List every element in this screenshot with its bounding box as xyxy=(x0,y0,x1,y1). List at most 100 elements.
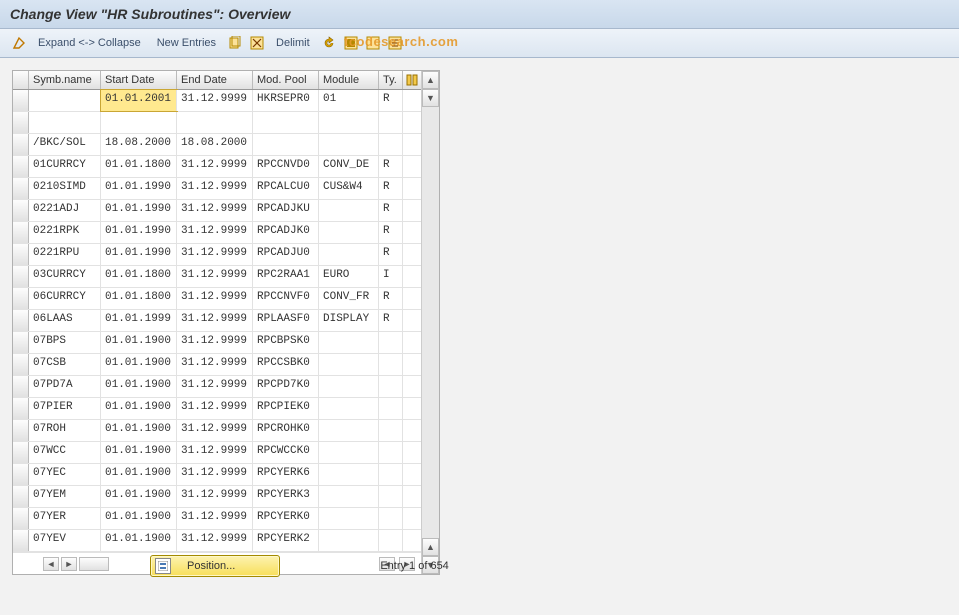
vertical-scrollbar[interactable]: ▲ ▼ ▲ ▼ xyxy=(421,71,439,574)
row-handle[interactable] xyxy=(13,398,29,419)
cell-start[interactable]: 01.01.1900 xyxy=(101,486,177,507)
cell-module[interactable]: CONV_DE xyxy=(319,156,379,177)
cell-module[interactable] xyxy=(319,486,379,507)
cell-symb[interactable]: 07YEM xyxy=(29,486,101,507)
cell-mod[interactable]: RPCADJKU xyxy=(253,200,319,221)
cell-ty[interactable] xyxy=(379,530,403,551)
cell-end[interactable]: 31.12.9999 xyxy=(177,508,253,529)
col-header-symb[interactable]: Symb.name xyxy=(29,71,101,89)
cell-start[interactable]: 01.01.1800 xyxy=(101,156,177,177)
cell-end[interactable]: 31.12.9999 xyxy=(177,486,253,507)
cell-end[interactable]: 31.12.9999 xyxy=(177,266,253,287)
cell-start[interactable]: 01.01.1900 xyxy=(101,398,177,419)
cell-start[interactable]: 01.01.1900 xyxy=(101,530,177,551)
cell-end[interactable]: 31.12.9999 xyxy=(177,156,253,177)
cell-module[interactable] xyxy=(319,222,379,243)
cell-symb[interactable]: 07YER xyxy=(29,508,101,529)
cell-mod[interactable] xyxy=(253,134,319,155)
cell-mod[interactable]: RPCCNVF0 xyxy=(253,288,319,309)
row-handle[interactable] xyxy=(13,90,29,111)
row-handle[interactable] xyxy=(13,200,29,221)
cell-ty[interactable]: R xyxy=(379,156,403,177)
cell-module[interactable] xyxy=(319,442,379,463)
cell-start[interactable]: 01.01.1900 xyxy=(101,376,177,397)
row-handle[interactable] xyxy=(13,266,29,287)
cell-mod[interactable]: RPCADJK0 xyxy=(253,222,319,243)
cell-end[interactable]: 31.12.9999 xyxy=(177,530,253,551)
cell-mod[interactable]: RPCYERK0 xyxy=(253,508,319,529)
cell-end[interactable]: 31.12.9999 xyxy=(177,222,253,243)
cell-ty[interactable] xyxy=(379,398,403,419)
cell-module[interactable] xyxy=(319,244,379,265)
row-handle[interactable] xyxy=(13,112,29,133)
cell-start[interactable]: 01.01.1800 xyxy=(101,266,177,287)
cell-mod[interactable]: RPCCSBK0 xyxy=(253,354,319,375)
row-handle[interactable] xyxy=(13,134,29,155)
cell-end[interactable]: 31.12.9999 xyxy=(177,310,253,331)
cell-symb[interactable]: 07CSB xyxy=(29,354,101,375)
table-row[interactable]: 06LAAS01.01.199931.12.9999RPLAASF0DISPLA… xyxy=(13,310,421,332)
table-row[interactable]: 07YEV01.01.190031.12.9999RPCYERK2 xyxy=(13,530,421,552)
row-handle[interactable] xyxy=(13,178,29,199)
row-handle[interactable] xyxy=(13,244,29,265)
row-handle[interactable] xyxy=(13,222,29,243)
cell-module[interactable] xyxy=(319,464,379,485)
cell-ty[interactable] xyxy=(379,464,403,485)
cell-end[interactable]: 31.12.9999 xyxy=(177,376,253,397)
cell-symb[interactable]: 07YEV xyxy=(29,530,101,551)
cell-end[interactable]: 31.12.9999 xyxy=(177,354,253,375)
cell-start[interactable]: 01.01.1900 xyxy=(101,508,177,529)
table-row[interactable] xyxy=(13,112,421,134)
cell-mod[interactable]: RPCADJU0 xyxy=(253,244,319,265)
cell-module[interactable] xyxy=(319,530,379,551)
cell-symb[interactable]: 07YEC xyxy=(29,464,101,485)
cell-ty[interactable] xyxy=(379,376,403,397)
table-row[interactable]: /BKC/SOL18.08.200018.08.2000 xyxy=(13,134,421,156)
table-row[interactable]: 07YEC01.01.190031.12.9999RPCYERK6 xyxy=(13,464,421,486)
cell-symb[interactable]: 03CURRCY xyxy=(29,266,101,287)
cell-symb[interactable]: 07BPS xyxy=(29,332,101,353)
table-settings-icon[interactable] xyxy=(403,71,421,89)
cell-module[interactable] xyxy=(319,332,379,353)
cell-start[interactable]: 01.01.2001 xyxy=(101,90,177,111)
col-header-module[interactable]: Module xyxy=(319,71,379,89)
cell-symb[interactable]: 01CURRCY xyxy=(29,156,101,177)
row-handle[interactable] xyxy=(13,530,29,551)
table-row[interactable]: 0221RPU01.01.199031.12.9999RPCADJU0R xyxy=(13,244,421,266)
row-handle[interactable] xyxy=(13,156,29,177)
cell-module[interactable] xyxy=(319,398,379,419)
cell-end[interactable]: 31.12.9999 xyxy=(177,464,253,485)
table-row[interactable]: 0210SIMD01.01.199031.12.9999RPCALCU0CUS&… xyxy=(13,178,421,200)
cell-module[interactable] xyxy=(319,354,379,375)
cell-end[interactable]: 31.12.9999 xyxy=(177,200,253,221)
cell-module[interactable]: EURO xyxy=(319,266,379,287)
table-row[interactable]: 07ROH01.01.190031.12.9999RPCROHK0 xyxy=(13,420,421,442)
cell-mod[interactable]: RPCYERK6 xyxy=(253,464,319,485)
cell-module[interactable] xyxy=(319,508,379,529)
cell-start[interactable] xyxy=(101,112,177,133)
cell-module[interactable] xyxy=(319,200,379,221)
cell-mod[interactable]: RPLAASF0 xyxy=(253,310,319,331)
cell-ty[interactable]: R xyxy=(379,178,403,199)
cell-ty[interactable]: R xyxy=(379,90,403,111)
cell-start[interactable]: 01.01.1900 xyxy=(101,464,177,485)
cell-ty[interactable]: R xyxy=(379,200,403,221)
cell-ty[interactable] xyxy=(379,112,403,133)
table-row[interactable]: 0221RPK01.01.199031.12.9999RPCADJK0R xyxy=(13,222,421,244)
row-handle[interactable] xyxy=(13,420,29,441)
cell-symb[interactable]: 07WCC xyxy=(29,442,101,463)
variant-icon[interactable] xyxy=(386,34,404,52)
copy-icon[interactable] xyxy=(226,34,244,52)
cell-end[interactable]: 31.12.9999 xyxy=(177,442,253,463)
cell-symb[interactable]: 07ROH xyxy=(29,420,101,441)
cell-mod[interactable]: RPCROHK0 xyxy=(253,420,319,441)
cell-module[interactable]: CONV_FR xyxy=(319,288,379,309)
new-entries-button[interactable]: New Entries xyxy=(151,37,222,49)
delimit-button[interactable]: Delimit xyxy=(270,37,316,49)
row-handle[interactable] xyxy=(13,354,29,375)
row-handle[interactable] xyxy=(13,376,29,397)
vscroll-track[interactable] xyxy=(422,107,439,538)
row-handle[interactable] xyxy=(13,332,29,353)
cell-end[interactable]: 31.12.9999 xyxy=(177,420,253,441)
cell-end[interactable]: 31.12.9999 xyxy=(177,178,253,199)
